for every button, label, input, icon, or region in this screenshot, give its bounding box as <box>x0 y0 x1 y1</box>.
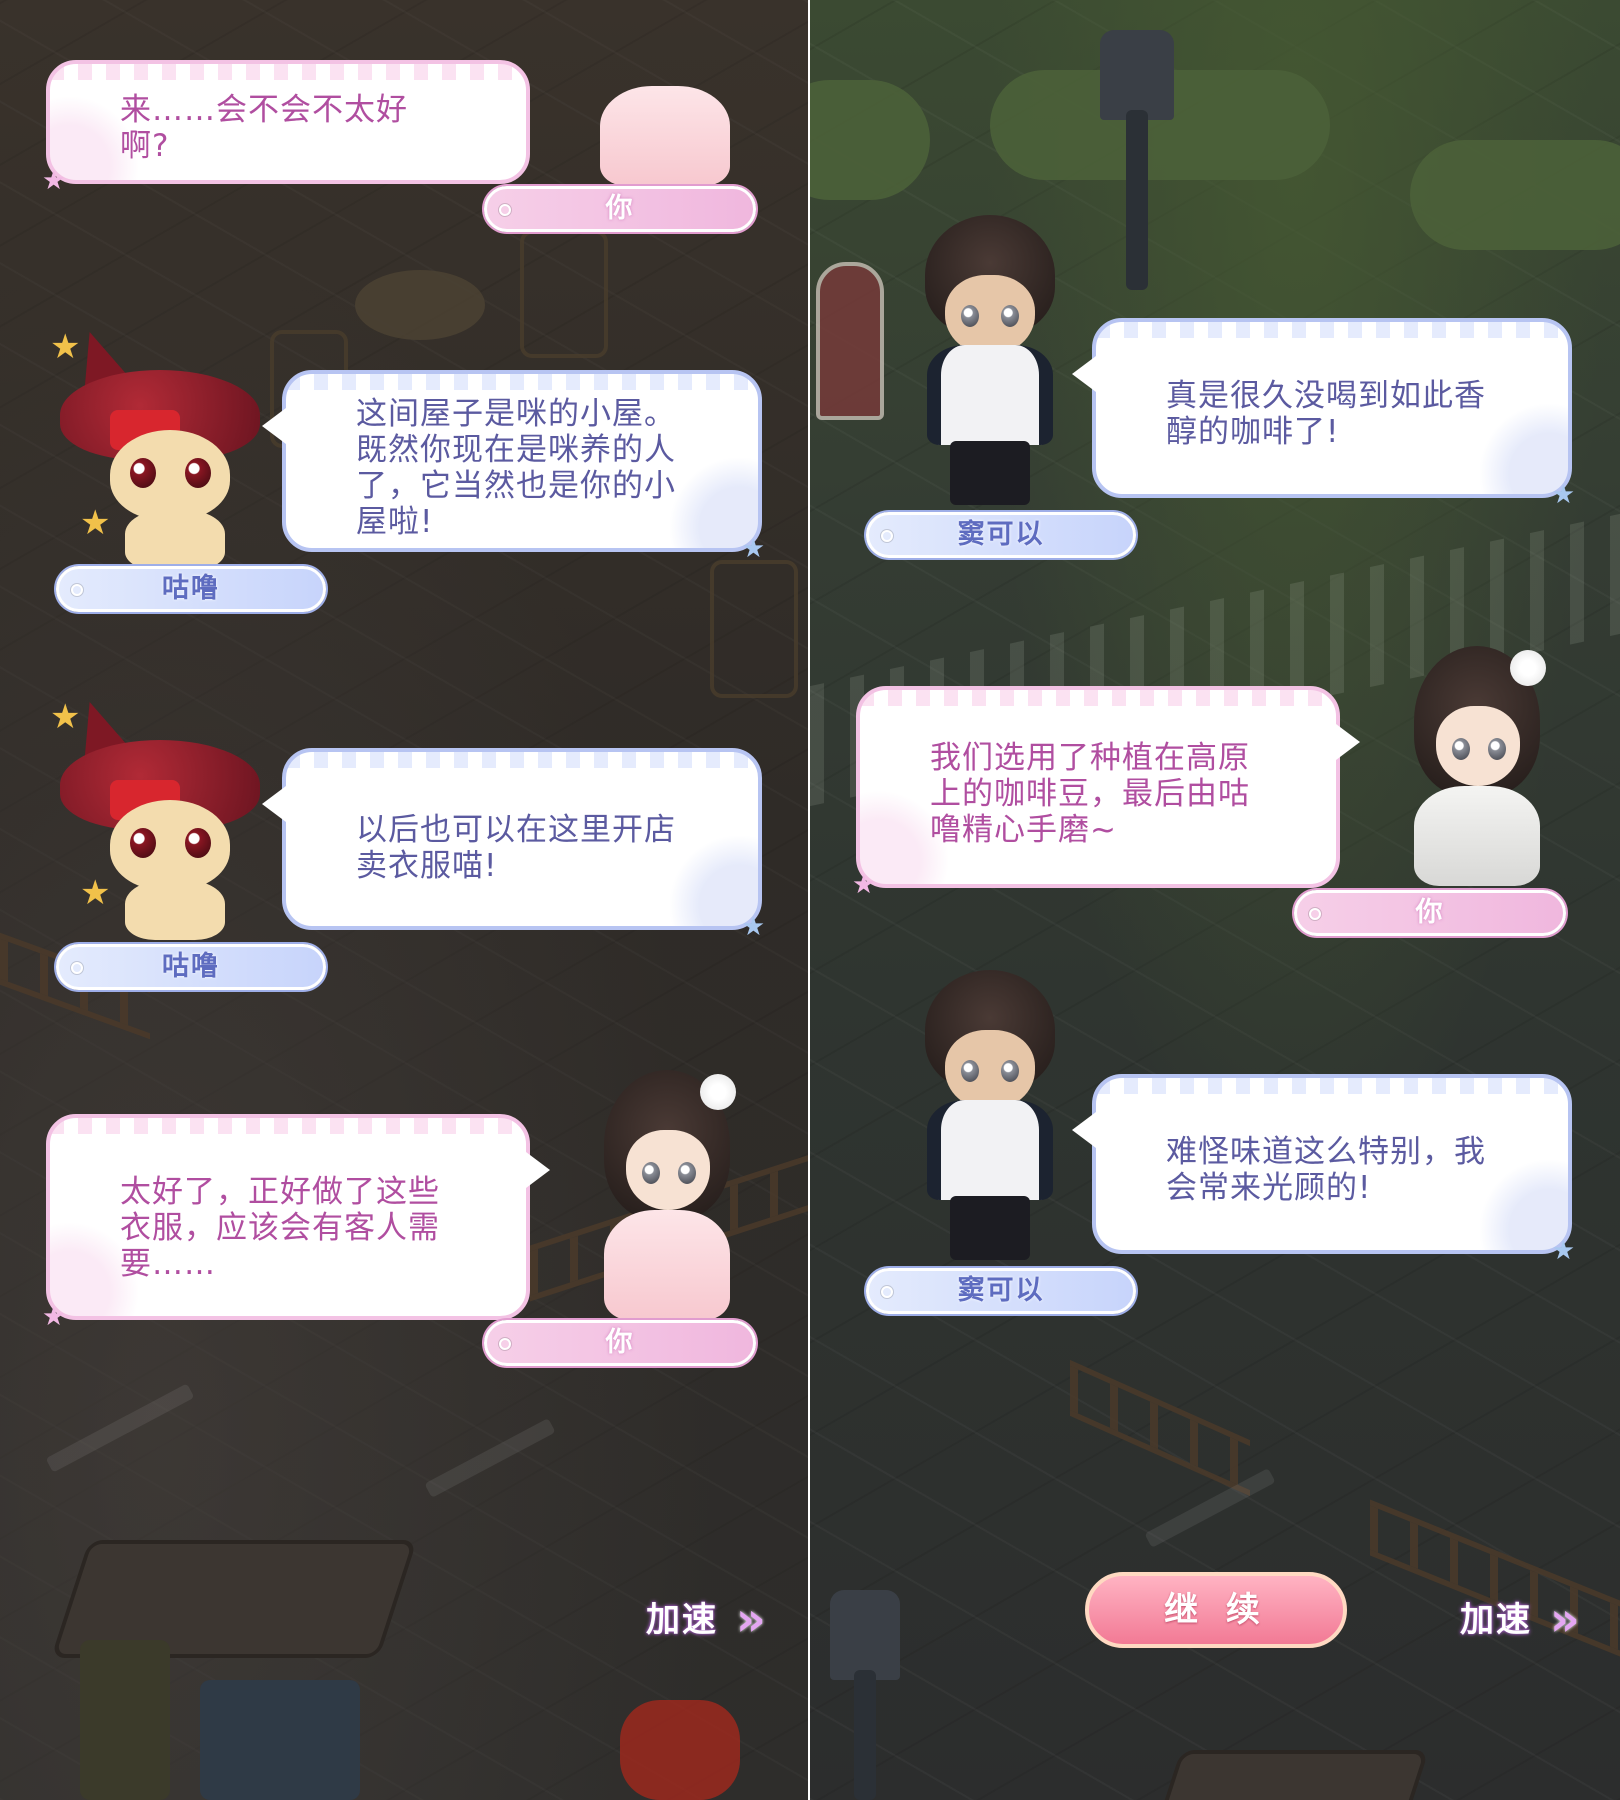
road-marking <box>424 1418 556 1498</box>
star-icon: ★ <box>42 1302 67 1332</box>
speaker-name: 咕噜 <box>162 951 220 982</box>
trash-bin <box>200 1680 360 1800</box>
player-character-pink-dress <box>590 86 740 186</box>
player-character-white-dress <box>1400 626 1550 886</box>
star-icon: ★ <box>852 870 877 900</box>
road-marking <box>1144 1468 1276 1548</box>
star-icon: ★ <box>80 873 111 913</box>
cat-gulu-character: ★ ★ <box>50 321 280 570</box>
street-lamp-post <box>1126 110 1148 290</box>
speaker-nameplate: 咕噜 <box>56 566 326 612</box>
dialogue-text: 来……会不会不太好 啊? <box>120 92 408 164</box>
nameplate-dot <box>499 1338 511 1350</box>
road-marking <box>45 1383 195 1473</box>
continue-button[interactable]: 继 续 <box>1085 1572 1347 1648</box>
nameplate-dot <box>1309 908 1321 920</box>
nameplate-dot <box>71 962 83 974</box>
dou-keyi-character <box>905 970 1075 1260</box>
speed-up-label: 加速 <box>646 1600 718 1640</box>
menu-board <box>816 262 884 420</box>
street-lamp <box>1100 30 1174 120</box>
star-icon: ★ <box>80 503 111 543</box>
speaker-name: 你 <box>1415 897 1445 928</box>
speaker-nameplate: 你 <box>1294 890 1566 936</box>
street-bench <box>1158 1750 1430 1800</box>
speed-up-button[interactable]: 加速 » <box>640 1594 780 1650</box>
double-chevron-right-icon: » <box>1550 1592 1580 1646</box>
speaker-name: 窦可以 <box>957 1275 1045 1306</box>
round-table <box>355 270 485 340</box>
nameplate-dot <box>881 1286 893 1298</box>
speaker-nameplate: 窦可以 <box>866 1268 1136 1314</box>
dialogue-bubble: 难怪味道这么特别，我 会常来光顾的! ★ <box>1072 1074 1575 1264</box>
dialogue-text: 难怪味道这么特别，我 会常来光顾的! <box>1166 1134 1486 1206</box>
speed-up-label: 加速 <box>1460 1600 1532 1640</box>
speaker-name: 你 <box>605 193 635 224</box>
speaker-name: 你 <box>605 1327 635 1358</box>
trash-bin <box>80 1640 170 1800</box>
dialogue-text: 我们选用了种植在高原 上的咖啡豆，最后由咕 噜精心手磨~ <box>930 740 1250 848</box>
dialogue-text: 以后也可以在这里开店 卖衣服喵! <box>356 812 676 884</box>
left-scene-panel: 来……会不会不太好 啊? ★ 你 ★ ★ 这间屋子是咪的小屋。 既然你现在是咪养… <box>0 0 810 1800</box>
wooden-chair <box>520 230 608 358</box>
wooden-fence <box>1070 1359 1250 1497</box>
speed-up-button[interactable]: 加速 » <box>1454 1594 1594 1650</box>
wooden-chair <box>710 560 798 698</box>
dialogue-bubble: 太好了，正好做了这些 衣服，应该会有客人需 要…… ★ <box>42 1114 550 1330</box>
flower-hedge <box>810 80 930 200</box>
dialogue-text: 真是很久没喝到如此香 醇的咖啡了! <box>1166 378 1486 450</box>
star-icon: ★ <box>741 912 766 942</box>
right-scene-panel: 真是很久没喝到如此香 醇的咖啡了! ★ 窦可以 我们选用了种植在高原 上的咖啡豆… <box>810 0 1620 1800</box>
star-icon: ★ <box>741 534 766 564</box>
double-chevron-right-icon: » <box>736 1592 766 1646</box>
speaker-nameplate: 你 <box>484 186 756 232</box>
star-icon: ★ <box>1551 480 1576 510</box>
player-character-pink-dress <box>590 1050 740 1320</box>
dialogue-bubble: 这间屋子是咪的小屋。 既然你现在是咪养的人 了，它当然也是你的小 屋啦! ★ <box>262 370 765 562</box>
speaker-name: 咕噜 <box>162 573 220 604</box>
dialogue-text: 太好了，正好做了这些 衣服，应该会有客人需 要…… <box>120 1174 440 1282</box>
speaker-nameplate: 咕噜 <box>56 944 326 990</box>
flower-hedge <box>1410 140 1620 250</box>
star-icon: ★ <box>50 327 81 367</box>
star-icon: ★ <box>1551 1236 1576 1266</box>
dialogue-bubble: 以后也可以在这里开店 卖衣服喵! ★ <box>262 748 765 940</box>
nameplate-dot <box>499 204 511 216</box>
dialogue-bubble: 来……会不会不太好 啊? ★ <box>42 60 530 194</box>
dou-keyi-character <box>905 215 1075 505</box>
street-lamp-post <box>854 1670 876 1800</box>
dialogue-bubble: 真是很久没喝到如此香 醇的咖啡了! ★ <box>1072 318 1575 508</box>
dialogue-text: 这间屋子是咪的小屋。 既然你现在是咪养的人 了，它当然也是你的小 屋啦! <box>356 396 676 540</box>
speaker-name: 窦可以 <box>957 519 1045 550</box>
dialogue-bubble: 我们选用了种植在高原 上的咖啡豆，最后由咕 噜精心手磨~ ★ <box>852 686 1360 898</box>
nameplate-dot <box>881 530 893 542</box>
star-icon: ★ <box>42 166 67 196</box>
street-lamp <box>830 1590 900 1680</box>
cat-gulu-character: ★ ★ <box>50 691 280 940</box>
speaker-nameplate: 你 <box>484 1320 756 1366</box>
speaker-nameplate: 窦可以 <box>866 512 1136 558</box>
star-icon: ★ <box>50 697 81 737</box>
red-sign <box>620 1700 740 1800</box>
nameplate-dot <box>71 584 83 596</box>
